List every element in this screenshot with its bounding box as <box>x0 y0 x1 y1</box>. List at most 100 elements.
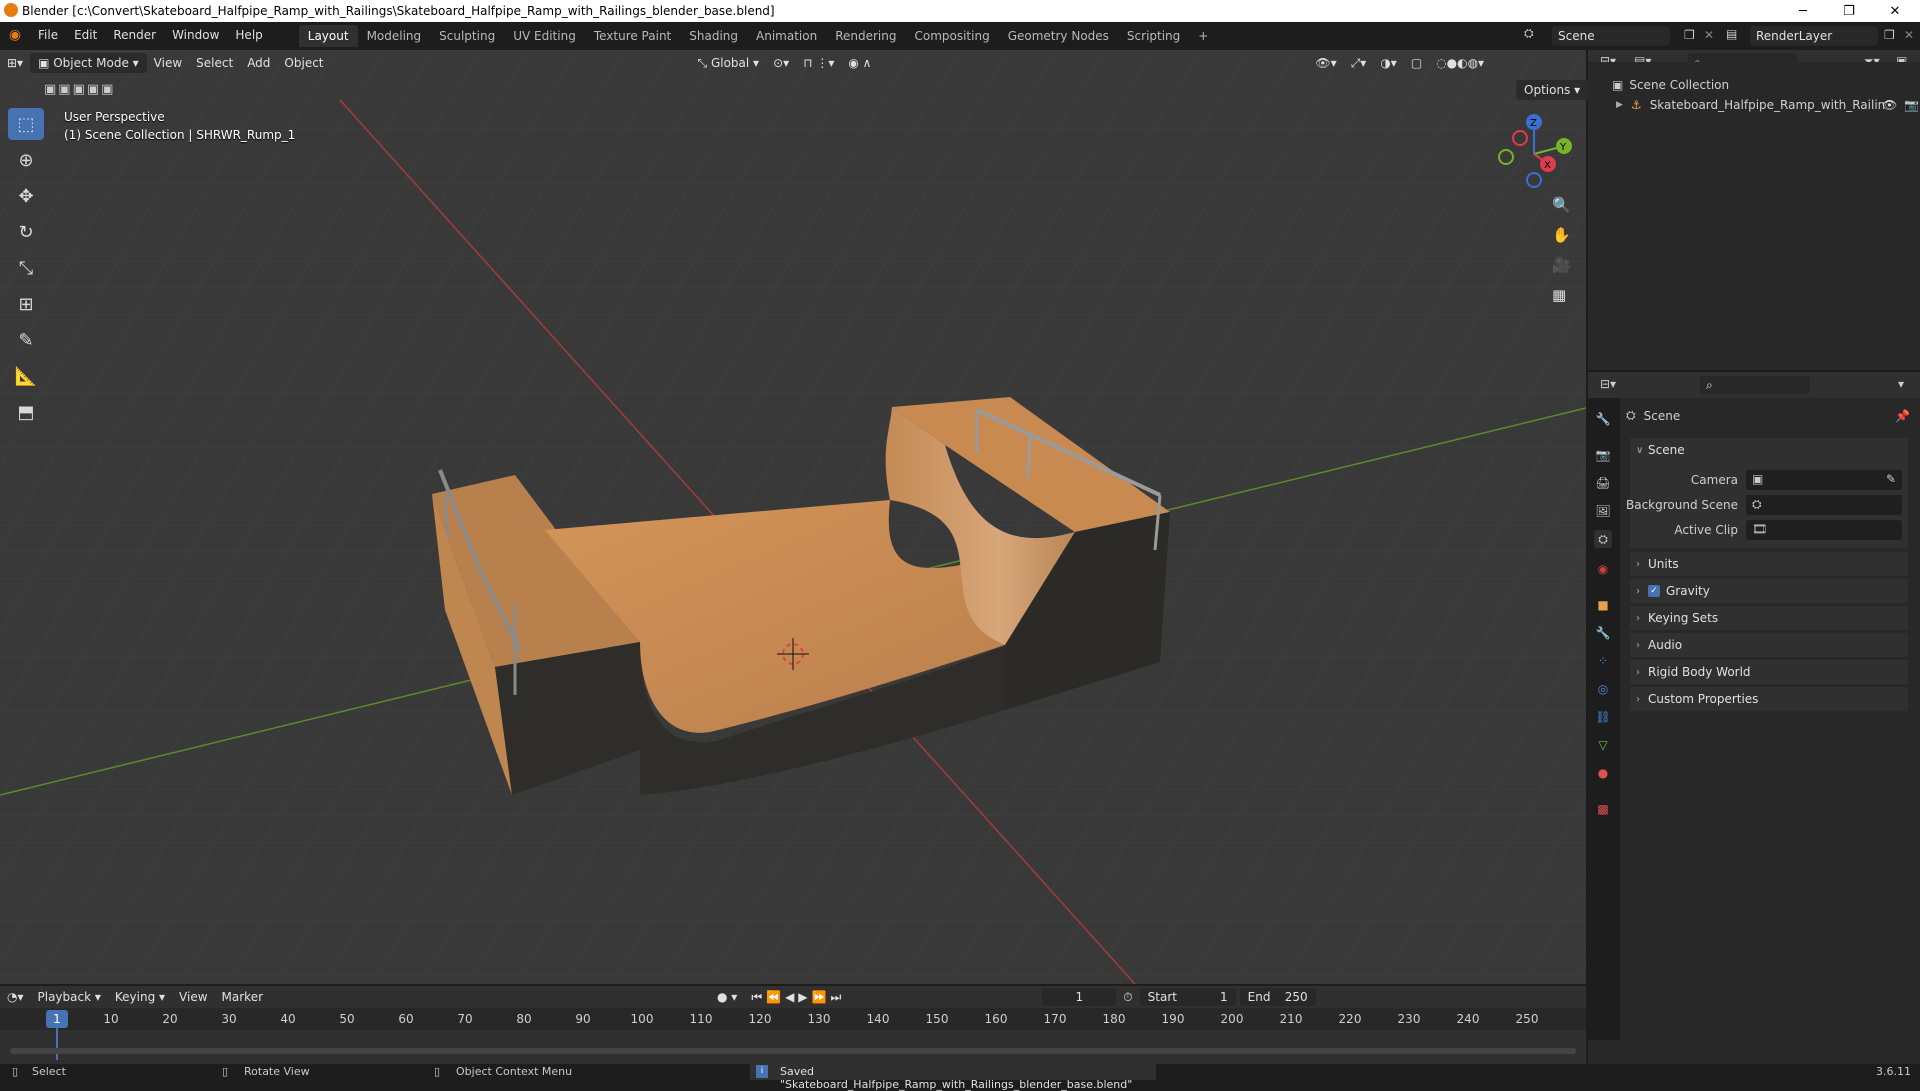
xray-icon[interactable]: ▢ <box>1404 53 1429 73</box>
constraints-tab-icon[interactable]: ⛓ <box>1594 708 1612 726</box>
view-layer-field[interactable]: RenderLayer <box>1750 26 1878 46</box>
current-frame-field[interactable]: 1 <box>1042 988 1117 1006</box>
world-tab-icon[interactable]: ◉ <box>1594 560 1612 578</box>
pan-hand-icon[interactable]: ✋ <box>1552 226 1571 244</box>
eyedropper-icon[interactable]: ✎ <box>1886 472 1896 486</box>
select-box-tool-icon[interactable]: ⬚ <box>8 108 44 140</box>
visibility-icon[interactable]: 👁▾ <box>1308 53 1343 73</box>
keying-sets-panel[interactable]: › Keying Sets <box>1630 606 1908 630</box>
menu-help[interactable]: Help <box>227 22 270 48</box>
pivot-point-icon[interactable]: ⊙▾ <box>766 53 796 73</box>
properties-editor-icon[interactable]: ⊟▾ <box>1600 377 1616 391</box>
expand-arrow-icon[interactable]: ▶ <box>1616 100 1623 110</box>
clock-icon[interactable]: ⏱ <box>1116 987 1139 1007</box>
menu-view[interactable]: View <box>147 53 189 73</box>
minimize-button[interactable]: ─ <box>1780 0 1826 22</box>
scale-tool-icon[interactable]: ⤡ <box>8 252 44 284</box>
tab-sculpting[interactable]: Sculpting <box>430 25 504 47</box>
add-cube-tool-icon[interactable]: ⬒ <box>8 396 44 428</box>
transform-orientation-dropdown[interactable]: ⤡ Global ▾ <box>691 53 767 73</box>
tab-shading[interactable]: Shading <box>680 25 747 47</box>
menu-marker[interactable]: Marker <box>215 987 270 1007</box>
close-button[interactable]: ✕ <box>1872 0 1918 22</box>
tab-compositing[interactable]: Compositing <box>905 25 998 47</box>
menu-timeline-view[interactable]: View <box>172 987 214 1007</box>
menu-render[interactable]: Render <box>105 22 164 48</box>
camera-field[interactable]: ▣ ✎ <box>1746 470 1902 490</box>
active-clip-field[interactable]: 🎞 <box>1746 520 1902 540</box>
texture-tab-icon[interactable]: ▩ <box>1594 800 1612 818</box>
perspective-toggle-icon[interactable]: ▦ <box>1552 286 1566 304</box>
menu-add[interactable]: Add <box>240 53 277 73</box>
rigid-body-world-panel[interactable]: › Rigid Body World <box>1630 660 1908 684</box>
tab-geometry-nodes[interactable]: Geometry Nodes <box>999 25 1118 47</box>
playback-controls-icon[interactable]: ⏮⏪◀▶⏩⏭ <box>744 987 852 1007</box>
tab-uv-editing[interactable]: UV Editing <box>504 25 585 47</box>
scene-selector-icon[interactable]: ⛭ <box>1524 26 1534 41</box>
move-tool-icon[interactable]: ✥ <box>8 180 44 212</box>
properties-search-input[interactable]: ⌕ <box>1700 376 1810 394</box>
object-mode-dropdown[interactable]: ▣ Object Mode ▾ <box>30 53 147 73</box>
options-dropdown[interactable]: Options ▾ <box>1516 80 1589 100</box>
material-tab-icon[interactable]: ● <box>1594 764 1612 782</box>
delete-scene-icon[interactable]: ✕ <box>1704 28 1714 42</box>
menu-playback[interactable]: Playback ▾ <box>31 987 108 1007</box>
snap-icon[interactable]: ⊓ ⋮▾ <box>796 53 841 73</box>
timeline-editor-icon[interactable]: ◔▾ <box>0 987 31 1007</box>
gizmo-toggle-icon[interactable]: ⤢▾ <box>1344 53 1374 73</box>
proportional-edit-icon[interactable]: ◉ ∧ <box>841 53 878 73</box>
tab-rendering[interactable]: Rendering <box>826 25 905 47</box>
restore-button[interactable]: ❐ <box>1826 0 1872 22</box>
tab-scripting[interactable]: Scripting <box>1118 25 1189 47</box>
tab-layout[interactable]: Layout <box>298 25 358 47</box>
3d-viewport[interactable]: Z Y X <box>0 50 1586 984</box>
annotate-tool-icon[interactable]: ✎ <box>8 324 44 356</box>
zoom-icon[interactable]: 🔍 <box>1552 196 1571 214</box>
outliner-root[interactable]: ▣ Scene Collection <box>1612 78 1729 92</box>
scene-name-field[interactable]: Scene <box>1552 26 1670 46</box>
menu-file[interactable]: File <box>30 22 66 48</box>
menu-object[interactable]: Object <box>277 53 330 73</box>
physics-tab-icon[interactable]: ◎ <box>1594 680 1612 698</box>
custom-properties-panel[interactable]: › Custom Properties <box>1630 687 1908 711</box>
scene-section-header[interactable]: ∨ Scene <box>1630 438 1908 462</box>
playhead[interactable]: 1 <box>46 1010 68 1028</box>
tab-animation[interactable]: Animation <box>747 25 826 47</box>
render-tab-icon[interactable]: 📷 <box>1594 446 1612 464</box>
end-frame-field[interactable]: End 250 <box>1239 988 1316 1006</box>
gravity-checkbox[interactable]: ✓ <box>1648 585 1660 597</box>
blender-menu-icon[interactable]: ◉ <box>0 27 30 43</box>
properties-options-icon[interactable]: ▾ <box>1898 377 1904 391</box>
units-panel[interactable]: › Units <box>1630 552 1908 576</box>
timeline-scrollbar[interactable] <box>10 1048 1576 1054</box>
add-workspace-button[interactable]: + <box>1189 25 1217 47</box>
start-frame-field[interactable]: Start 1 <box>1139 988 1236 1006</box>
tab-texture-paint[interactable]: Texture Paint <box>585 25 680 47</box>
menu-edit[interactable]: Edit <box>66 22 105 48</box>
menu-window[interactable]: Window <box>164 22 227 48</box>
shading-modes-icon[interactable]: ◌●◐◍▾ <box>1429 53 1491 73</box>
tool-tab-icon[interactable]: 🔧 <box>1594 410 1612 428</box>
tab-modeling[interactable]: Modeling <box>358 25 431 47</box>
cursor-tool-icon[interactable]: ⊕ <box>8 144 44 176</box>
view-layer-icon[interactable]: ▤ <box>1726 27 1737 41</box>
gravity-panel[interactable]: › ✓ Gravity <box>1630 579 1908 603</box>
data-tab-icon[interactable]: ▽ <box>1594 736 1612 754</box>
transform-tool-icon[interactable]: ⊞ <box>8 288 44 320</box>
render-camera-icon[interactable]: 📷 <box>1904 98 1919 112</box>
camera-view-icon[interactable]: 🎥 <box>1552 256 1571 274</box>
background-scene-field[interactable]: ⛭ <box>1746 495 1902 515</box>
rotate-tool-icon[interactable]: ↻ <box>8 216 44 248</box>
overlay-toggle-icon[interactable]: ◑▾ <box>1373 53 1404 73</box>
new-view-layer-icon[interactable]: ❐ <box>1884 28 1895 42</box>
delete-view-layer-icon[interactable]: ✕ <box>1904 28 1914 42</box>
measure-tool-icon[interactable]: 📐 <box>8 360 44 392</box>
menu-select[interactable]: Select <box>189 53 240 73</box>
menu-keying[interactable]: Keying ▾ <box>108 987 172 1007</box>
audio-panel[interactable]: › Audio <box>1630 633 1908 657</box>
object-tab-icon[interactable]: ■ <box>1594 596 1612 614</box>
selection-mode-icons[interactable]: ▣▣▣▣▣ <box>44 82 115 97</box>
modifier-tab-icon[interactable]: 🔧 <box>1594 624 1612 642</box>
eye-icon[interactable]: 👁 <box>1882 98 1897 112</box>
pin-icon[interactable]: 📌 <box>1895 409 1910 423</box>
